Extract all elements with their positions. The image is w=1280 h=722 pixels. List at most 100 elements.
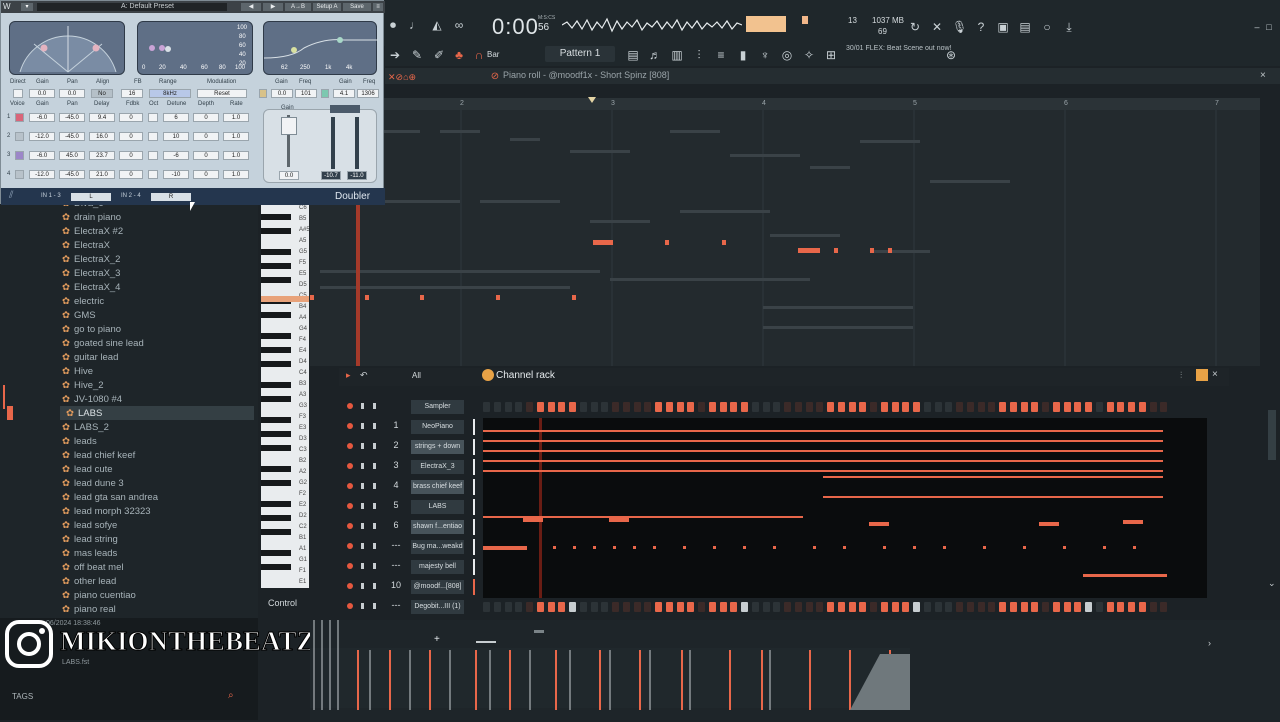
browser-item[interactable]: ✿ leads	[62, 436, 97, 450]
channel-name-button[interactable]: shawn f...entiao	[411, 520, 464, 534]
step-button[interactable]	[945, 402, 953, 412]
step-button[interactable]	[644, 402, 652, 412]
step-button[interactable]	[1106, 602, 1114, 612]
step-button[interactable]	[805, 402, 813, 412]
black-key[interactable]	[261, 529, 291, 535]
chat-icon[interactable]: ○	[1040, 20, 1054, 34]
step-button[interactable]	[665, 602, 673, 612]
browser-item[interactable]: ✿ go to piano	[62, 324, 121, 338]
step-button[interactable]	[547, 402, 555, 412]
fb-field[interactable]: 16	[121, 89, 143, 98]
step-button[interactable]	[569, 402, 576, 412]
tempo-icon[interactable]: ♩	[408, 18, 422, 32]
align-field[interactable]: No	[91, 89, 113, 98]
step-button[interactable]	[633, 402, 641, 412]
channel-select-bar[interactable]	[473, 579, 475, 595]
step-button[interactable]	[1117, 602, 1125, 612]
step-button[interactable]	[483, 402, 490, 412]
step-button[interactable]	[902, 402, 910, 412]
channel-select-bar[interactable]	[473, 519, 475, 535]
direct-gain-field[interactable]: 0.0	[29, 89, 55, 98]
step-button[interactable]	[870, 402, 877, 412]
input-r-select[interactable]: R	[151, 193, 191, 201]
step-button[interactable]	[1020, 602, 1028, 612]
volume-knob[interactable]	[373, 503, 376, 509]
volume-knob[interactable]	[373, 603, 376, 609]
step-button[interactable]	[612, 402, 619, 412]
browser-item[interactable]: ✿ JV-1080 #4	[62, 394, 122, 408]
step-button[interactable]	[945, 602, 953, 612]
channel-select-bar[interactable]	[473, 559, 475, 575]
browser-item[interactable]: ✿ GMS	[62, 310, 96, 324]
black-key[interactable]	[261, 263, 291, 269]
step-button[interactable]	[880, 602, 888, 612]
volume-knob[interactable]	[373, 403, 376, 409]
browser-item[interactable]: ✿ ElectraX_2	[62, 254, 120, 268]
step-button[interactable]	[1052, 402, 1060, 412]
step-button[interactable]	[655, 402, 662, 412]
pan-knob[interactable]	[361, 403, 364, 409]
channel-row[interactable]: 10 @moodf...[808]	[339, 577, 1229, 597]
pan-knob[interactable]	[361, 523, 364, 529]
step-button[interactable]	[558, 602, 566, 612]
channel-select-bar[interactable]	[473, 499, 475, 515]
step-button[interactable]	[730, 402, 738, 412]
export-icon[interactable]: ▤	[1018, 20, 1032, 34]
playhead-marker[interactable]	[588, 97, 596, 103]
mute-led[interactable]	[347, 523, 353, 529]
step-button[interactable]	[1009, 602, 1017, 612]
channel-row[interactable]: 4 brass chief keef	[339, 477, 1229, 497]
voice-fdbk[interactable]: 0	[119, 170, 143, 179]
channel-select-bar[interactable]	[473, 459, 475, 475]
voice-detune[interactable]: -6	[163, 151, 189, 160]
black-key[interactable]	[261, 361, 291, 367]
channel-number[interactable]: 4	[389, 480, 403, 490]
browser-item[interactable]: ✿ lead gta san andrea	[62, 492, 158, 506]
step-button[interactable]	[698, 402, 705, 412]
ab-button[interactable]: A→B	[285, 3, 311, 11]
pan-knob[interactable]	[361, 583, 364, 589]
playlist-icon[interactable]: ▤	[626, 48, 640, 62]
step-button[interactable]	[891, 402, 899, 412]
channel-name-button[interactable]: Degobit...III (1)	[411, 600, 464, 614]
step-button[interactable]	[665, 402, 673, 412]
step-button[interactable]	[526, 402, 533, 412]
voice-fdbk[interactable]: 0	[119, 151, 143, 160]
pattern-selector[interactable]: Pattern 1	[545, 46, 615, 62]
channel-row[interactable]: --- majesty bell	[339, 557, 1229, 577]
scroll-handle[interactable]	[534, 630, 544, 633]
browser-item[interactable]: ✿ lead cute	[62, 464, 113, 478]
channel-name-button[interactable]: @moodf...[808]	[411, 580, 464, 594]
channel-row[interactable]: 1 NeoPiano	[339, 417, 1229, 437]
black-key[interactable]	[261, 214, 291, 220]
step-button[interactable]	[601, 402, 609, 412]
pan-knob[interactable]	[361, 603, 364, 609]
step-button[interactable]	[622, 402, 630, 412]
step-button[interactable]	[1074, 602, 1082, 612]
step-button[interactable]	[837, 402, 845, 412]
step-button[interactable]	[859, 402, 867, 412]
voice-fdbk[interactable]: 0	[119, 132, 143, 141]
step-button[interactable]	[837, 602, 845, 612]
step-button[interactable]	[622, 602, 630, 612]
step-button[interactable]	[719, 602, 727, 612]
step-button[interactable]	[676, 602, 684, 612]
black-key[interactable]	[261, 564, 291, 570]
pan-knob[interactable]	[361, 463, 364, 469]
eq-low-toggle[interactable]	[259, 89, 267, 98]
voice-delay[interactable]: 23.7	[89, 151, 115, 160]
play-icon[interactable]: ▸	[346, 370, 351, 381]
reset-button[interactable]: Reset	[197, 89, 247, 98]
voice-toggle[interactable]	[15, 132, 24, 141]
menu-icon[interactable]: ≡	[373, 3, 383, 11]
step-button[interactable]	[902, 602, 910, 612]
step-button[interactable]	[1128, 602, 1135, 612]
voice-depth[interactable]: 0	[193, 170, 219, 179]
pan-knob[interactable]	[361, 543, 364, 549]
step-button[interactable]	[859, 602, 867, 612]
step-button[interactable]	[977, 402, 985, 412]
step-button[interactable]	[751, 402, 759, 412]
step-button[interactable]	[1020, 402, 1028, 412]
magnet-icon[interactable]: ∩	[472, 48, 486, 62]
pan-display[interactable]	[9, 21, 125, 75]
